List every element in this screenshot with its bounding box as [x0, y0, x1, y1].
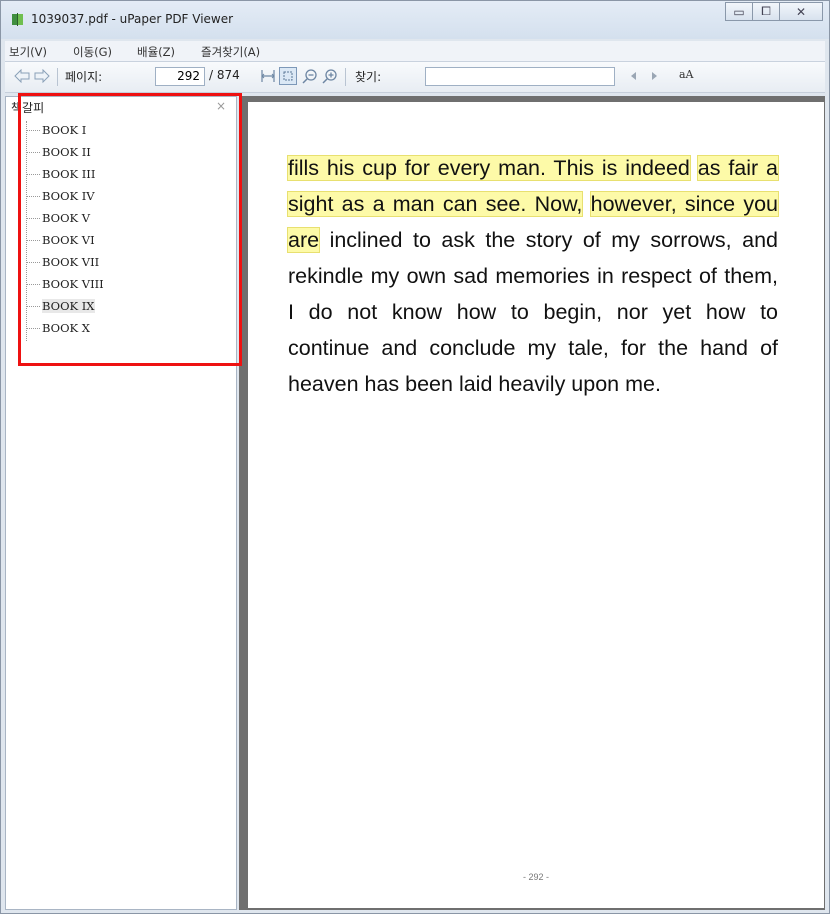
- bookmark-item[interactable]: BOOK V: [20, 207, 104, 229]
- bookmark-label: BOOK II: [42, 145, 91, 159]
- back-arrow-icon[interactable]: [13, 67, 31, 85]
- menu-favorites[interactable]: 즐겨찾기(A): [201, 44, 260, 60]
- maximize-icon: ⧠: [761, 4, 771, 18]
- minimize-icon: ▭: [733, 4, 745, 19]
- page-number-input[interactable]: 292: [155, 67, 205, 86]
- body-text: inclined to ask the story of my sorrows,…: [288, 228, 778, 396]
- bookmark-item[interactable]: BOOK VIII: [20, 273, 104, 295]
- zoom-out-icon[interactable]: [301, 67, 319, 85]
- bookmark-item[interactable]: BOOK IV: [20, 185, 104, 207]
- title-bar[interactable]: 1039037.pdf - uPaper PDF Viewer ▭ ⧠ ✕: [1, 1, 829, 39]
- maximize-button[interactable]: ⧠: [752, 2, 780, 21]
- search-next-icon[interactable]: [645, 67, 663, 85]
- bookmark-label: BOOK VII: [42, 255, 100, 269]
- bookmark-item[interactable]: BOOK II: [20, 141, 104, 163]
- menu-view[interactable]: 보기(V): [9, 44, 47, 60]
- toolbar-separator: [345, 68, 346, 86]
- page-body-text: fills his cup for every man. This is ind…: [286, 150, 780, 402]
- screen-edge: [830, 0, 837, 916]
- bookmark-label: BOOK VIII: [42, 277, 104, 291]
- page-footer-number: - 292 -: [522, 872, 549, 882]
- menu-bar: 보기(V) 이동(G) 배율(Z) 즐겨찾기(A): [5, 41, 825, 62]
- bookmark-label: BOOK VI: [42, 233, 95, 247]
- bookmark-panel: 책갈피 × BOOK I BOOK II BOOK III BOOK IV BOOK V…: [5, 96, 237, 910]
- toolbar: 페이지: 292 / 874 찾기: aA: [5, 62, 825, 93]
- page-label: 페이지:: [65, 70, 103, 84]
- close-icon: ✕: [795, 4, 807, 19]
- minimize-button[interactable]: ▭: [725, 2, 753, 21]
- bookmark-item[interactable]: BOOK IX: [20, 295, 104, 317]
- bookmark-label: BOOK V: [42, 211, 91, 225]
- close-button[interactable]: ✕: [779, 2, 823, 21]
- search-previous-icon[interactable]: [625, 67, 643, 85]
- bookmark-label: BOOK IV: [42, 189, 95, 203]
- bookmark-item[interactable]: BOOK VII: [20, 251, 104, 273]
- menu-go[interactable]: 이동(G): [73, 44, 112, 60]
- app-icon: [12, 13, 23, 26]
- bookmark-label: BOOK IX: [42, 299, 95, 313]
- bookmark-panel-title: 책갈피: [11, 101, 45, 115]
- bookmark-item[interactable]: BOOK X: [20, 317, 104, 339]
- forward-arrow-icon[interactable]: [33, 67, 51, 85]
- font-size-icon[interactable]: aA: [679, 68, 694, 81]
- close-icon[interactable]: ×: [216, 99, 226, 113]
- page-total: / 874: [209, 68, 240, 82]
- window-title: 1039037.pdf - uPaper PDF Viewer: [31, 12, 234, 26]
- zoom-in-icon[interactable]: [321, 67, 339, 85]
- bookmark-item[interactable]: BOOK III: [20, 163, 104, 185]
- highlight-line: fills his cup for every man. This is ind…: [287, 155, 691, 181]
- menu-zoom[interactable]: 배율(Z): [137, 44, 175, 60]
- fit-width-icon[interactable]: [259, 67, 277, 85]
- search-input[interactable]: [425, 67, 615, 86]
- search-label: 찾기:: [355, 70, 382, 84]
- document-page: fills his cup for every man. This is ind…: [248, 102, 824, 908]
- fit-page-icon[interactable]: [279, 67, 297, 85]
- bookmark-label: BOOK I: [42, 123, 87, 137]
- app-window: 1039037.pdf - uPaper PDF Viewer ▭ ⧠ ✕ 보기…: [0, 0, 830, 914]
- bookmark-item[interactable]: BOOK VI: [20, 229, 104, 251]
- bookmark-panel-header: 책갈피 ×: [6, 97, 236, 117]
- bookmark-label: BOOK X: [42, 321, 90, 335]
- bookmark-label: BOOK III: [42, 167, 96, 181]
- bookmark-item[interactable]: BOOK I: [20, 119, 104, 141]
- toolbar-separator: [57, 68, 58, 86]
- bookmark-tree: BOOK I BOOK II BOOK III BOOK IV BOOK V BOOK V…: [20, 119, 104, 339]
- document-viewer[interactable]: fills his cup for every man. This is ind…: [239, 96, 825, 910]
